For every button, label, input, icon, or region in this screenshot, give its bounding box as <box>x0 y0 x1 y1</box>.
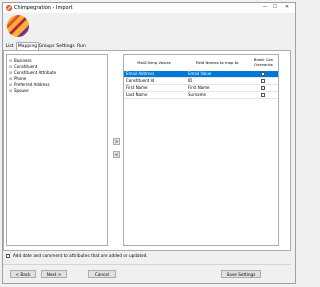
tree-item-label: Business <box>14 58 32 63</box>
tab-list[interactable]: List <box>4 43 15 50</box>
app-icon <box>6 5 12 11</box>
tree-item-label: Spouse <box>14 88 29 93</box>
tree-item-label: Preferred Address <box>14 82 50 87</box>
table-row[interactable]: Email Address Email Value <box>124 71 278 78</box>
field-name-cell[interactable]: Surname <box>188 92 246 98</box>
back-button[interactable]: < Back <box>10 270 36 278</box>
tab-settings[interactable]: Settings <box>56 43 75 50</box>
tree-item-constituent[interactable]: ⊞ Constituent <box>9 64 37 69</box>
grid-header: MailChimp Values Field Names to map to B… <box>124 55 278 72</box>
tab-groups[interactable]: Groups <box>38 43 55 50</box>
next-button[interactable]: Next > <box>41 270 67 278</box>
blank-overwrite-checkbox[interactable] <box>261 72 265 76</box>
tab-run[interactable]: Run <box>76 43 87 50</box>
column-header-mailchimp[interactable]: MailChimp Values <box>126 60 182 65</box>
mailchimp-value-cell[interactable]: First Name <box>126 85 182 91</box>
add-date-comment-label: Add date and comment to attributes that … <box>13 253 148 258</box>
tree-item-spouse[interactable]: ⊞ Spouse <box>9 88 29 93</box>
table-row[interactable]: First Name First Name <box>124 85 278 92</box>
footer-divider <box>3 264 291 265</box>
minimize-button[interactable]: — <box>261 4 269 11</box>
mapping-grid: MailChimp Values Field Names to map to B… <box>123 54 279 246</box>
add-mapping-button[interactable]: > <box>113 138 120 145</box>
field-name-cell[interactable]: First Name <box>188 85 246 91</box>
close-button[interactable]: ✕ <box>283 4 291 11</box>
column-header-blank[interactable]: Blank Can Overwrite <box>250 57 277 67</box>
table-row[interactable]: Last Name Surname <box>124 92 278 99</box>
tree-item-label: Constituent Attribute <box>14 70 57 75</box>
tree-item-business[interactable]: ⊞ Business <box>9 58 32 63</box>
mailchimp-value-cell[interactable]: Constituent Id <box>126 78 182 84</box>
maximize-button[interactable]: ☐ <box>271 4 279 11</box>
tree-item-phone[interactable]: ⊞ Phone <box>9 76 26 81</box>
table-row[interactable]: Constituent Id ID <box>124 78 278 85</box>
tree-item-label: Phone <box>14 76 27 81</box>
field-tree[interactable]: ⊞ Business ⊞ Constituent ⊞ Constituent Attr… <box>6 54 108 246</box>
tree-item-preferred-address[interactable]: ⊞ Preferred Address <box>9 82 50 87</box>
add-date-comment-checkbox[interactable] <box>6 254 10 258</box>
field-name-cell[interactable]: Email Value <box>188 71 246 77</box>
column-header-field[interactable]: Field Names to map to <box>186 60 248 65</box>
field-name-cell[interactable]: ID <box>188 78 246 84</box>
mailchimp-value-cell[interactable]: Email Address <box>126 71 182 77</box>
window-title: Chimpegration - Import <box>14 5 73 11</box>
blank-overwrite-checkbox[interactable] <box>261 79 265 83</box>
save-settings-button[interactable]: Save Settings <box>221 270 261 278</box>
title-bar: Chimpegration - Import — ☐ ✕ <box>3 3 295 13</box>
blank-overwrite-checkbox[interactable] <box>261 93 265 97</box>
remove-mapping-button[interactable]: < <box>113 151 120 158</box>
mailchimp-value-cell[interactable]: Last Name <box>126 92 182 98</box>
cancel-button[interactable]: Cancel <box>88 270 116 278</box>
blank-overwrite-checkbox[interactable] <box>261 86 265 90</box>
chimpegration-logo <box>7 15 29 37</box>
tree-item-label: Constituent <box>14 64 38 69</box>
tree-item-constituent-attribute[interactable]: ⊞ Constituent Attribute <box>9 70 56 75</box>
